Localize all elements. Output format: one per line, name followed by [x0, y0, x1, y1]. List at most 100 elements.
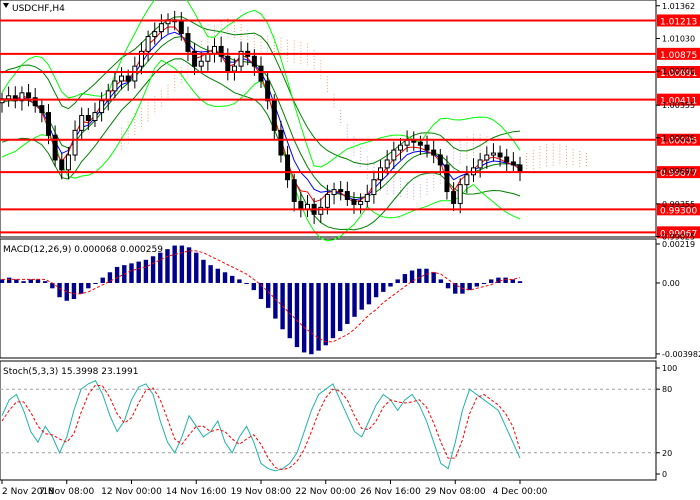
stoch-tick-label: 80	[662, 385, 672, 394]
macd-bar	[28, 279, 33, 283]
candle-body	[358, 200, 364, 205]
macd-bar	[445, 282, 451, 289]
candle-body	[384, 159, 390, 169]
candle-body	[198, 60, 204, 67]
macd-bar	[64, 282, 69, 301]
macd-bar	[395, 279, 400, 283]
candle-body	[444, 164, 450, 193]
candle-body	[517, 164, 523, 173]
candle-body	[497, 152, 503, 158]
candle-body	[145, 36, 151, 52]
candle-body	[92, 112, 98, 121]
candle-body	[285, 154, 291, 181]
macd-bar	[0, 279, 5, 283]
candle-body	[424, 144, 430, 151]
stoch-tick-label: 20	[662, 449, 672, 458]
macd-bar	[222, 272, 228, 283]
macd-bar	[424, 268, 429, 283]
candle-body	[457, 184, 463, 204]
macd-bar	[474, 282, 480, 287]
time-tick-label: 19 Nov 08:00	[231, 487, 292, 497]
candle-body	[504, 156, 510, 163]
macd-bar	[57, 282, 62, 298]
price-tick-label: 1.01030	[662, 35, 695, 44]
candle-body	[158, 23, 164, 33]
time-tick-label: 29 Nov 08:00	[425, 487, 486, 497]
candle-body	[397, 144, 403, 151]
time-tick-label: 14 Nov 16:00	[166, 487, 227, 497]
price-tick-label: 1.00700	[662, 67, 695, 76]
macd-bar	[409, 270, 415, 283]
macd-bar	[201, 259, 206, 283]
candle-body	[212, 45, 218, 54]
macd-bar	[165, 249, 170, 283]
macd-bar	[100, 277, 105, 283]
macd-bar	[467, 282, 472, 291]
macd-bar	[337, 282, 343, 332]
price-tick-label: 0.99355	[662, 200, 695, 209]
candle-body	[364, 194, 370, 202]
price-tick-label: 0.99690	[662, 167, 695, 176]
candle-body	[291, 179, 297, 202]
level-tag-label: 1.01213	[660, 17, 697, 27]
candle-body	[477, 159, 483, 169]
candle-body	[45, 112, 51, 136]
macd-bar	[143, 259, 149, 283]
candle-body	[451, 191, 457, 204]
candle-body	[351, 198, 357, 205]
macd-bar	[71, 282, 77, 299]
macd-bar	[316, 282, 321, 351]
candle-body	[26, 92, 32, 99]
candle-body	[298, 200, 304, 210]
time-tick-label: 4 Dec 00:00	[493, 487, 548, 497]
macd-bar	[359, 282, 364, 310]
candle-body	[464, 174, 470, 186]
macd-bar	[373, 282, 379, 298]
candle-body	[225, 55, 231, 72]
candle-body	[185, 33, 191, 52]
macd-tick-label: 0.00219	[662, 240, 695, 249]
macd-bar	[114, 266, 120, 283]
price-tick-label: 1.01362	[662, 2, 695, 11]
macd-bar	[172, 245, 177, 283]
forex-chart: 1.012131.008751.006911.004111.000050.996…	[0, 0, 700, 500]
candle-body	[371, 179, 377, 196]
candle-body	[152, 31, 158, 38]
macd-bar	[294, 282, 300, 348]
candle-body	[510, 161, 516, 166]
macd-bar	[438, 279, 444, 283]
macd-bar	[402, 274, 408, 283]
macd-bar	[129, 263, 134, 283]
candle-body	[79, 115, 85, 131]
macd-label: MACD(12,26,9) 0.000068 0.000259	[3, 245, 163, 255]
macd-tick-label: -0.003982	[662, 350, 700, 359]
macd-bar	[136, 261, 141, 283]
candle-body	[125, 75, 131, 82]
macd-bar	[345, 282, 350, 324]
macd-bar	[453, 282, 458, 294]
macd-bar	[14, 279, 19, 283]
candle-body	[251, 55, 257, 67]
macd-bar	[301, 282, 307, 353]
candle-body	[278, 129, 284, 156]
candle-body	[258, 65, 264, 82]
candle-body	[378, 167, 384, 181]
candle-body	[119, 75, 125, 82]
macd-bar	[265, 282, 271, 308]
candle-body	[324, 194, 330, 208]
candle-body	[65, 154, 71, 171]
stoch-tick-label: 0	[662, 470, 667, 479]
macd-bar	[35, 279, 41, 283]
candle-body	[112, 80, 118, 92]
macd-bar	[417, 268, 422, 283]
macd-bar	[86, 282, 91, 289]
macd-bar	[150, 256, 156, 283]
price-tick-label: 1.00355	[662, 101, 695, 110]
candle-body	[72, 129, 78, 156]
candle-body	[338, 189, 344, 193]
candle-body	[85, 115, 91, 121]
macd-bar	[489, 279, 494, 283]
macd-bar	[330, 282, 336, 339]
macd-bar	[158, 252, 163, 283]
macd-bar	[309, 282, 314, 355]
